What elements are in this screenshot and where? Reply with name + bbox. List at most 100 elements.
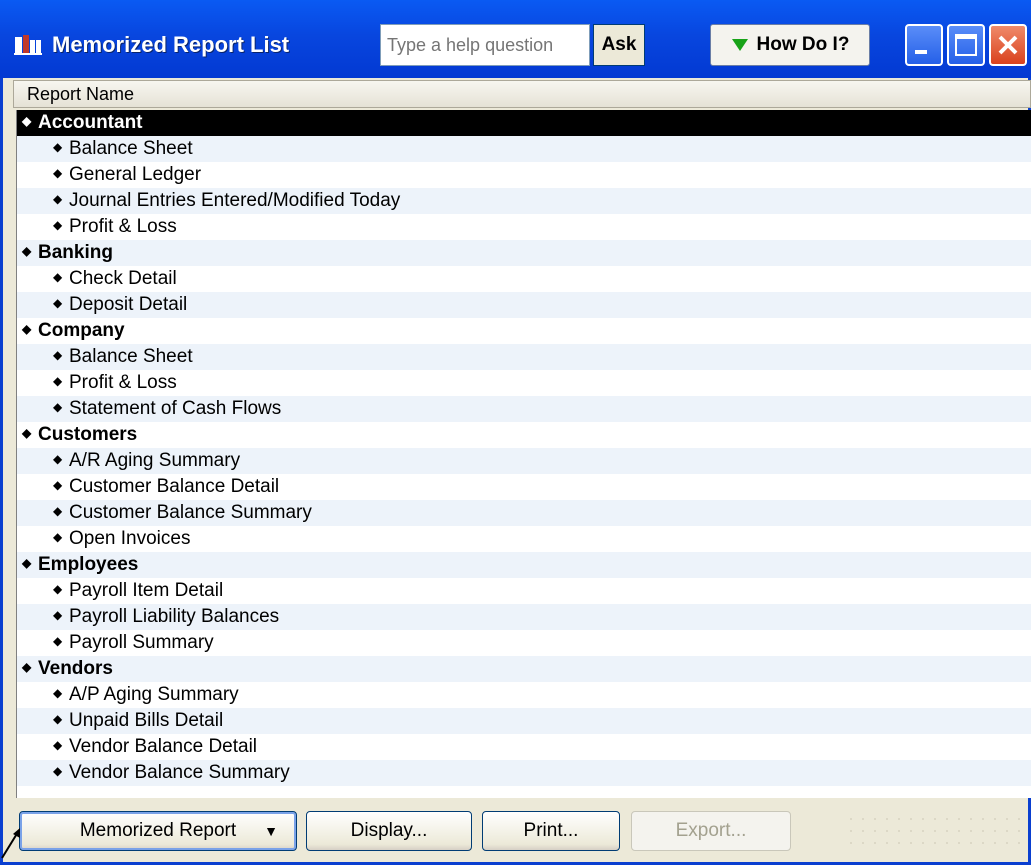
diamond-bullet-icon: ◆ [22,114,32,128]
column-header-report-name[interactable]: Report Name [13,80,1031,108]
maximize-button[interactable] [947,24,985,66]
diamond-bullet-icon: ◆ [22,322,32,336]
report-row[interactable]: ◆ A/P Aging Summary [17,682,1031,708]
report-group-row[interactable]: ◆ Vendors [17,656,1031,682]
report-group-row[interactable]: ◆ Accountant [17,110,1031,136]
diamond-bullet-icon: ◆ [53,400,63,414]
report-row-label: A/P Aging Summary [69,684,239,706]
help-question-input[interactable] [380,24,590,66]
diamond-bullet-icon: ◆ [53,686,63,700]
diamond-bullet-icon: ◆ [22,660,32,674]
report-row-label: Vendors [38,658,113,680]
diamond-bullet-icon: ◆ [53,452,63,466]
diamond-bullet-icon: ◆ [53,374,63,388]
memorized-report-menu-button[interactable]: Memorized Report ▼ [19,811,297,851]
report-row-label: Vendor Balance Detail [69,736,258,758]
report-row[interactable]: ◆ Customer Balance Summary [17,500,1031,526]
maximize-icon [955,34,977,56]
diamond-bullet-icon: ◆ [53,192,63,206]
diamond-bullet-icon: ◆ [53,348,63,362]
ask-button-label: Ask [601,34,637,55]
diamond-bullet-icon: ◆ [53,582,63,596]
diamond-bullet-icon: ◆ [53,270,63,284]
diamond-bullet-icon: ◆ [53,634,63,648]
report-row-label: Open Invoices [69,528,191,550]
report-row-label: Balance Sheet [69,138,193,160]
report-row[interactable]: ◆ Balance Sheet [17,344,1031,370]
report-row[interactable]: ◆ Journal Entries Entered/Modified Today [17,188,1031,214]
diamond-bullet-icon: ◆ [22,244,32,258]
diamond-bullet-icon: ◆ [53,608,63,622]
report-row-label: Company [38,320,125,342]
print-button[interactable]: Print... [482,811,620,851]
diamond-bullet-icon: ◆ [53,530,63,544]
report-row-label: Unpaid Bills Detail [69,710,224,732]
minimize-button[interactable] [905,24,943,66]
report-row-label: Deposit Detail [69,294,188,316]
diamond-bullet-icon: ◆ [53,166,63,180]
report-row-label: Profit & Loss [69,216,177,238]
diamond-bullet-icon: ◆ [53,140,63,154]
diamond-bullet-icon: ◆ [53,764,63,778]
how-do-i-button[interactable]: How Do I? [710,24,870,66]
annotation-arrow-icon [1,828,20,859]
ask-button[interactable]: Ask [593,24,645,66]
report-row[interactable]: ◆ Unpaid Bills Detail [17,708,1031,734]
resize-grip[interactable] [845,813,1025,853]
report-row-label: Check Detail [69,268,177,290]
minimize-icon [915,50,927,54]
button-bar: Memorized Report ▼ Display... Print... E… [13,805,1031,857]
memorized-report-list-window: Memorized Report List Ask How Do I? [0,0,1031,865]
report-group-row[interactable]: ◆ Employees [17,552,1031,578]
report-row-label: Customer Balance Detail [69,476,280,498]
report-row-label: Statement of Cash Flows [69,398,282,420]
green-triangle-down-icon [731,39,748,51]
report-row-label: Profit & Loss [69,372,177,394]
export-button: Export... [631,811,791,851]
report-row-label: Accountant [38,112,143,134]
diamond-bullet-icon: ◆ [53,738,63,752]
report-row[interactable]: ◆ Profit & Loss [17,370,1031,396]
report-row-label: Customers [38,424,138,446]
report-row-label: A/R Aging Summary [69,450,241,472]
dropdown-caret-icon: ▼ [264,823,278,839]
display-button[interactable]: Display... [306,811,472,851]
how-do-i-label: How Do I? [756,34,850,55]
report-row-label: Vendor Balance Summary [69,762,290,784]
report-row[interactable]: ◆ A/R Aging Summary [17,448,1031,474]
report-row[interactable]: ◆ Profit & Loss [17,214,1031,240]
print-label: Print... [523,820,579,841]
report-row[interactable]: ◆ Customer Balance Detail [17,474,1031,500]
diamond-bullet-icon: ◆ [22,556,32,570]
report-row[interactable]: ◆ General Ledger [17,162,1031,188]
report-group-row[interactable]: ◆ Customers [17,422,1031,448]
report-row-label: Employees [38,554,139,576]
report-row-label: Payroll Liability Balances [69,606,280,628]
report-row[interactable]: ◆ Payroll Item Detail [17,578,1031,604]
report-row-label: Payroll Item Detail [69,580,224,602]
report-row-label: Customer Balance Summary [69,502,312,524]
close-button[interactable] [989,24,1027,66]
report-row-label: General Ledger [69,164,202,186]
title-bar[interactable]: Memorized Report List Ask How Do I? [0,0,1031,78]
diamond-bullet-icon: ◆ [53,218,63,232]
report-row[interactable]: ◆ Open Invoices [17,526,1031,552]
report-list[interactable]: ◆ Accountant ◆ Balance Sheet ◆ General Ledger… [16,110,1031,798]
report-group-row[interactable]: ◆ Banking [17,240,1031,266]
export-label: Export... [675,820,747,841]
report-row[interactable]: ◆ Check Detail [17,266,1031,292]
memorized-report-label: Memorized Report [79,820,237,841]
report-row[interactable]: ◆ Vendor Balance Summary [17,760,1031,786]
report-row[interactable]: ◆ Payroll Summary [17,630,1031,656]
report-group-row[interactable]: ◆ Company [17,318,1031,344]
diamond-bullet-icon: ◆ [53,478,63,492]
diamond-bullet-icon: ◆ [53,296,63,310]
window-title: Memorized Report List [52,32,290,57]
report-row[interactable]: ◆ Balance Sheet [17,136,1031,162]
diamond-bullet-icon: ◆ [22,426,32,440]
report-row[interactable]: ◆ Payroll Liability Balances [17,604,1031,630]
close-icon [998,35,1018,55]
report-row[interactable]: ◆ Vendor Balance Detail [17,734,1031,760]
report-row[interactable]: ◆ Statement of Cash Flows [17,396,1031,422]
report-row[interactable]: ◆ Deposit Detail [17,292,1031,318]
